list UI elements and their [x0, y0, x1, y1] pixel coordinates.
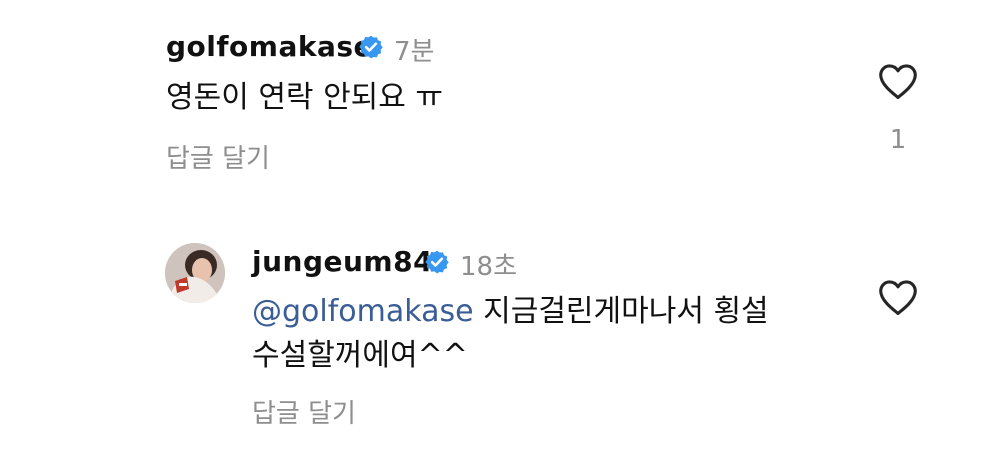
- verified-badge-icon: [425, 250, 449, 274]
- comment-username[interactable]: jungeum84: [252, 245, 433, 278]
- comment-username[interactable]: golfomakase: [166, 30, 373, 63]
- comment-time: 7분: [394, 37, 435, 67]
- reply-button[interactable]: 답글 달기: [166, 138, 270, 175]
- comment-time: 18초: [460, 252, 518, 282]
- comment-text-line1: 지금걸린게마나서 횡설: [473, 294, 769, 329]
- reply-button[interactable]: 답글 달기: [252, 393, 356, 430]
- avatar-image: [165, 243, 225, 303]
- comment-text: @golfomakase 지금걸린게마나서 횡설 수설할꺼에여^^: [252, 290, 769, 378]
- comment-text: 영돈이 연락 안되요 ㅠ: [166, 80, 444, 115]
- heart-icon[interactable]: [877, 62, 919, 100]
- mention-link[interactable]: @golfomakase: [252, 294, 474, 329]
- verified-badge-icon: [359, 35, 383, 59]
- heart-icon[interactable]: [877, 278, 919, 316]
- comment-text-line2: 수설할꺼에여^^: [252, 338, 468, 373]
- avatar[interactable]: [165, 243, 225, 303]
- like-count: 1: [889, 125, 907, 155]
